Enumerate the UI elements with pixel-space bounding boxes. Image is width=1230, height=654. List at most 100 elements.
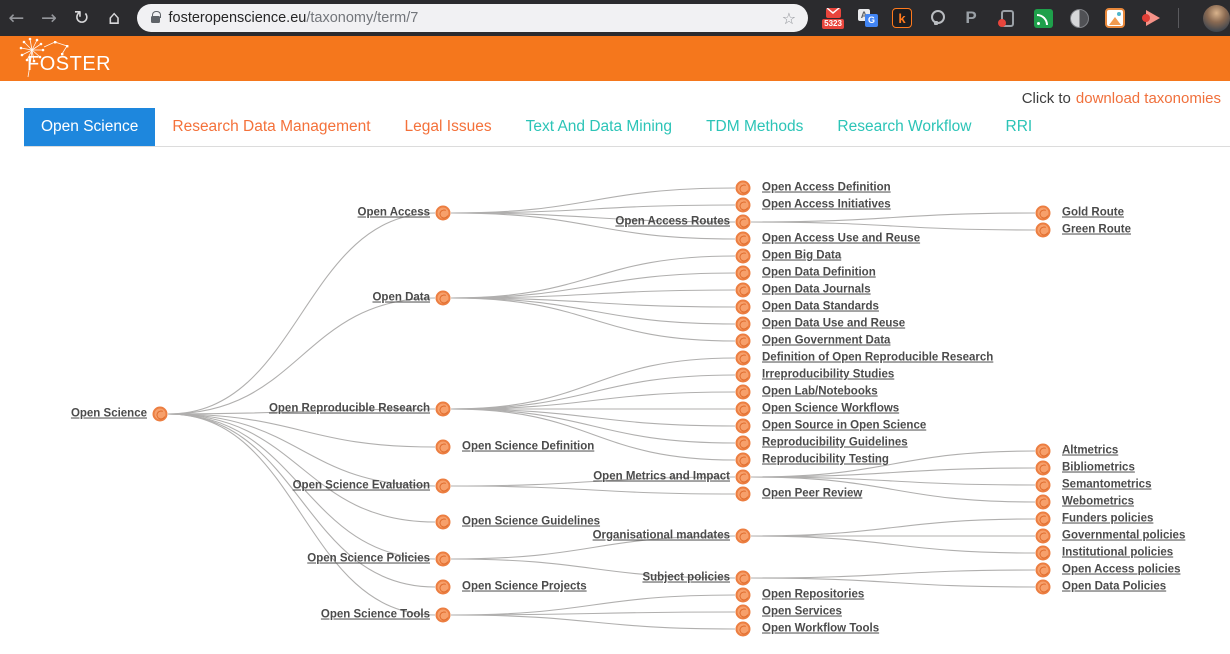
tree-node-label-open-access-definition[interactable]: Open Access Definition [762,182,891,194]
tree-edge-irreproducibility-studies [451,375,735,409]
tree-edge-open-data-policies [751,578,1035,587]
tree-node-circle-open-access-policies[interactable] [1036,563,1051,578]
tree-edge-definition-of-open-reproducible-research [451,358,735,409]
tree-node-circle-open-data-definition[interactable] [736,266,751,281]
tree-node-circle-governmental-policies[interactable] [1036,529,1051,544]
tree-node-circle-gold-route[interactable] [1036,206,1051,221]
tree-node-label-semantometrics[interactable]: Semantometrics [1062,479,1151,491]
tree-node-label-open-science-workflows[interactable]: Open Science Workflows [762,403,899,415]
tree-edge-open-government-data [451,298,735,341]
tree-node-label-open-science-policies[interactable]: Open Science Policies [307,553,430,565]
tree-node-label-open-science-tools[interactable]: Open Science Tools [321,609,430,621]
tree-node-circle-open-access-initiatives[interactable] [736,198,751,213]
tree-node-circle-institutional-policies[interactable] [1036,546,1051,561]
tree-node-circle-green-route[interactable] [1036,223,1051,238]
tree-node-label-subject-policies[interactable]: Subject policies [642,572,730,584]
tree-node-circle-open-peer-review[interactable] [736,487,751,502]
tree-node-label-open-metrics-and-impact[interactable]: Open Metrics and Impact [593,471,730,483]
tree-node-circle-open-data-standards[interactable] [736,300,751,315]
tree-node-label-bibliometrics[interactable]: Bibliometrics [1062,462,1135,474]
tree-node-circle-open-services[interactable] [736,605,751,620]
tree-node-label-open-big-data[interactable]: Open Big Data [762,250,841,262]
tree-node-label-open-science-definition[interactable]: Open Science Definition [462,441,594,453]
tree-node-circle-open-science-tools[interactable] [436,608,451,623]
tree-edge-reproducibility-guidelines [451,409,735,443]
tree-node-circle-open-science-projects[interactable] [436,580,451,595]
tree-node-circle-open-access-use-and-reuse[interactable] [736,232,751,247]
tree-node-label-open-access[interactable]: Open Access [358,207,430,219]
tree-node-circle-bibliometrics[interactable] [1036,461,1051,476]
tree-node-label-open-science[interactable]: Open Science [71,408,147,420]
tree-node-label-open-data-definition[interactable]: Open Data Definition [762,267,876,279]
tree-node-circle-altmetrics[interactable] [1036,444,1051,459]
tree-node-circle-open-science-evaluation[interactable] [436,479,451,494]
tree-node-label-open-services[interactable]: Open Services [762,606,842,618]
tree-node-label-open-data-use-and-reuse[interactable]: Open Data Use and Reuse [762,318,905,330]
tree-node-label-webometrics[interactable]: Webometrics [1062,496,1134,508]
tree-node-label-open-workflow-tools[interactable]: Open Workflow Tools [762,623,879,635]
tree-node-circle-open-access-routes[interactable] [736,215,751,230]
tree-node-label-open-data[interactable]: Open Data [372,292,430,304]
tree-node-circle-open-data-use-and-reuse[interactable] [736,317,751,332]
tree-node-circle-open-access-definition[interactable] [736,181,751,196]
tree-node-label-altmetrics[interactable]: Altmetrics [1062,445,1118,457]
tree-node-label-open-repositories[interactable]: Open Repositories [762,589,864,601]
tree-node-label-open-reproducible-research[interactable]: Open Reproducible Research [269,403,430,415]
tree-node-circle-open-government-data[interactable] [736,334,751,349]
tree-node-label-green-route[interactable]: Green Route [1062,224,1131,236]
tree-node-label-open-data-policies[interactable]: Open Data Policies [1062,581,1166,593]
tree-node-circle-open-access[interactable] [436,206,451,221]
tree-edge-open-science-tools [168,414,435,615]
tree-node-circle-reproducibility-guidelines[interactable] [736,436,751,451]
tree-node-label-reproducibility-guidelines[interactable]: Reproducibility Guidelines [762,437,908,449]
tree-node-circle-open-source-in-open-science[interactable] [736,419,751,434]
tree-node-circle-open-data-policies[interactable] [1036,580,1051,595]
tree-node-circle-irreproducibility-studies[interactable] [736,368,751,383]
tree-node-label-organisational-mandates[interactable]: Organisational mandates [593,530,730,542]
tree-node-circle-definition-of-open-reproducible-research[interactable] [736,351,751,366]
tree-edge-gold-route [751,213,1035,222]
tree-edge-open-lab-notebooks [451,392,735,409]
tree-node-label-open-access-use-and-reuse[interactable]: Open Access Use and Reuse [762,233,920,245]
tree-node-label-irreproducibility-studies[interactable]: Irreproducibility Studies [762,369,894,381]
tree-node-circle-open-metrics-and-impact[interactable] [736,470,751,485]
tree-node-circle-funders-policies[interactable] [1036,512,1051,527]
tree-edge-open-big-data [451,256,735,298]
tree-node-circle-open-science-workflows[interactable] [736,402,751,417]
tree-node-circle-open-data-journals[interactable] [736,283,751,298]
tree-node-circle-open-science-policies[interactable] [436,552,451,567]
tree-node-circle-open-science-guidelines[interactable] [436,515,451,530]
tree-node-label-definition-of-open-reproducible-research[interactable]: Definition of Open Reproducible Research [762,352,993,364]
tree-node-circle-semantometrics[interactable] [1036,478,1051,493]
tree-node-circle-open-data[interactable] [436,291,451,306]
tree-node-circle-webometrics[interactable] [1036,495,1051,510]
tree-node-label-open-access-routes[interactable]: Open Access Routes [615,216,730,228]
tree-node-circle-open-workflow-tools[interactable] [736,622,751,637]
tree-node-circle-open-big-data[interactable] [736,249,751,264]
tree-node-label-open-access-initiatives[interactable]: Open Access Initiatives [762,199,891,211]
tree-node-circle-open-repositories[interactable] [736,588,751,603]
tree-node-label-open-source-in-open-science[interactable]: Open Source in Open Science [762,420,926,432]
tree-node-circle-open-reproducible-research[interactable] [436,402,451,417]
tree-node-label-open-data-standards[interactable]: Open Data Standards [762,301,879,313]
tree-node-label-funders-policies[interactable]: Funders policies [1062,513,1153,525]
tree-node-label-gold-route[interactable]: Gold Route [1062,207,1124,219]
tree-node-label-institutional-policies[interactable]: Institutional policies [1062,547,1173,559]
tree-node-label-open-government-data[interactable]: Open Government Data [762,335,890,347]
tree-node-label-open-lab-notebooks[interactable]: Open Lab/Notebooks [762,386,878,398]
tree-node-circle-reproducibility-testing[interactable] [736,453,751,468]
tree-node-label-open-peer-review[interactable]: Open Peer Review [762,488,862,500]
tree-node-label-open-science-evaluation[interactable]: Open Science Evaluation [293,480,430,492]
tree-node-label-open-science-guidelines[interactable]: Open Science Guidelines [462,516,600,528]
tree-node-label-governmental-policies[interactable]: Governmental policies [1062,530,1185,542]
tree-node-circle-open-science-definition[interactable] [436,440,451,455]
tree-node-label-open-science-projects[interactable]: Open Science Projects [462,581,587,593]
tree-node-circle-open-lab-notebooks[interactable] [736,385,751,400]
tree-node-circle-subject-policies[interactable] [736,571,751,586]
tree-node-label-open-data-journals[interactable]: Open Data Journals [762,284,871,296]
tree-node-circle-open-science[interactable] [153,407,168,422]
tree-node-label-reproducibility-testing[interactable]: Reproducibility Testing [762,454,889,466]
tree-node-label-open-access-policies[interactable]: Open Access policies [1062,564,1180,576]
tree-edge-open-data [168,298,435,414]
tree-node-circle-organisational-mandates[interactable] [736,529,751,544]
